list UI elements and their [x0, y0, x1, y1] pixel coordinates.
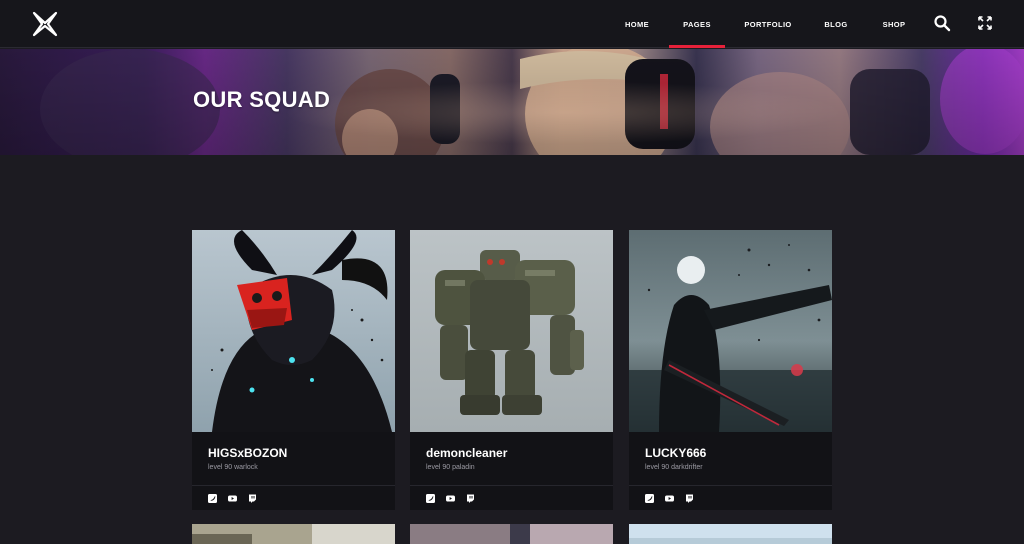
divider	[192, 485, 395, 486]
nav-home[interactable]: HOME	[614, 0, 660, 48]
twitch-icon[interactable]	[248, 494, 257, 503]
squad-card[interactable]: LUCKY666 level 90 darkdrifter	[629, 230, 832, 510]
nav-shop[interactable]: SHOP	[874, 0, 914, 48]
twitter-icon[interactable]	[208, 494, 217, 503]
player-name[interactable]: LUCKY666	[645, 446, 706, 460]
player-avatar-warlock	[192, 230, 395, 432]
player-avatar-darkdrifter	[629, 230, 832, 432]
squad-card-partial[interactable]	[629, 524, 832, 544]
player-name[interactable]: demoncleaner	[426, 446, 507, 460]
player-name[interactable]: HIGSxBOZON	[208, 446, 287, 460]
twitter-icon[interactable]	[645, 494, 654, 503]
player-level: level 90 darkdrifter	[645, 464, 703, 471]
site-header: HOME PAGES PORTFOLIO BLOG SHOP	[0, 0, 1024, 48]
squad-card[interactable]: demoncleaner level 90 paladin	[410, 230, 613, 510]
twitter-icon[interactable]	[426, 494, 435, 503]
player-avatar-paladin	[410, 230, 613, 432]
twitch-icon[interactable]	[685, 494, 694, 503]
youtube-icon[interactable]	[446, 494, 455, 503]
page-title: OUR SQUAD	[193, 87, 331, 112]
divider	[629, 485, 832, 486]
player-level: level 90 warlock	[208, 464, 258, 471]
search-icon[interactable]	[933, 14, 951, 32]
fullscreen-icon[interactable]	[976, 14, 994, 32]
twitch-icon[interactable]	[466, 494, 475, 503]
squad-card-partial[interactable]	[192, 524, 395, 544]
nav-portfolio[interactable]: PORTFOLIO	[740, 0, 796, 48]
page-banner: OUR SQUAD	[0, 49, 1024, 155]
squad-card[interactable]: HIGSxBOZON level 90 warlock	[192, 230, 395, 510]
youtube-icon[interactable]	[228, 494, 237, 503]
player-level: level 90 paladin	[426, 464, 475, 471]
nav-pages[interactable]: PAGES	[669, 0, 725, 48]
youtube-icon[interactable]	[665, 494, 674, 503]
divider	[410, 485, 613, 486]
brand-logo[interactable]	[30, 10, 60, 38]
squad-card-partial[interactable]	[410, 524, 613, 544]
nav-blog[interactable]: BLOG	[816, 0, 856, 48]
